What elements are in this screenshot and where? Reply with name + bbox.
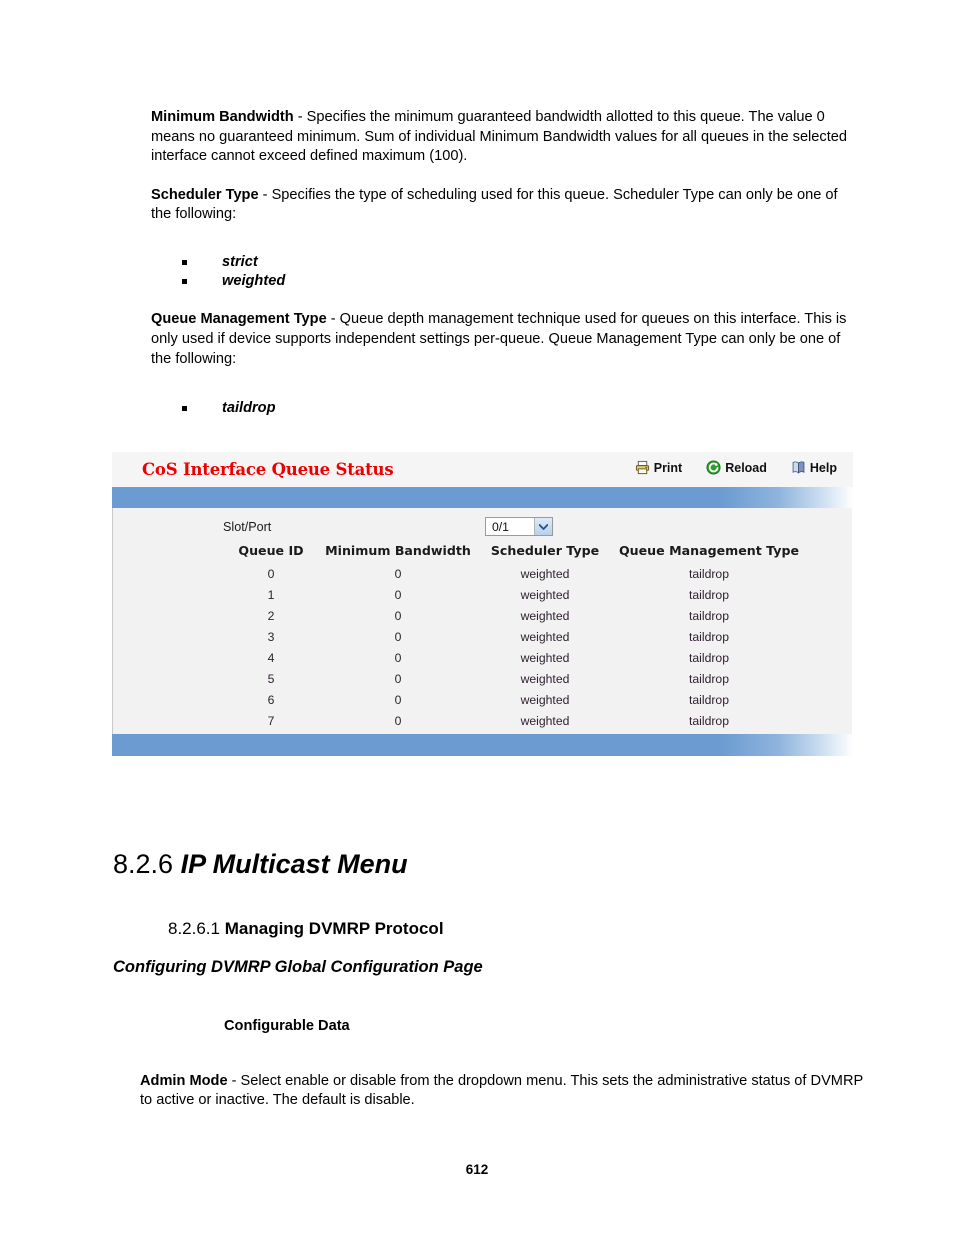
configurable-data-heading: Configurable Data <box>224 1018 350 1034</box>
table-row: 2 0 weighted taildrop <box>225 606 807 627</box>
cell-scheduler-type: weighted <box>520 588 570 602</box>
page-title: CoS Interface Queue Status <box>142 460 394 479</box>
term-scheduler-type: Scheduler Type <box>151 186 259 203</box>
section-heading-number: 8.2.6 <box>113 849 174 879</box>
list-item-taildrop: taildrop <box>151 399 855 418</box>
cell-minimum-bandwidth: 0 <box>394 651 402 665</box>
cell-queue-management-type: taildrop <box>689 693 729 707</box>
cell-queue-management-type: taildrop <box>689 714 729 728</box>
reload-icon <box>706 460 721 475</box>
reload-button[interactable]: Reload <box>706 460 767 475</box>
cell-queue-id: 1 <box>267 588 275 602</box>
cell-minimum-bandwidth: 0 <box>394 693 402 707</box>
cell-minimum-bandwidth: 0 <box>394 630 402 644</box>
column-header-queue-id: Queue ID <box>238 543 304 558</box>
help-button[interactable]: Help <box>791 460 837 475</box>
panel-content: Slot/Port 0/1 Queue ID Minimum Bandwidth… <box>112 508 853 734</box>
cell-minimum-bandwidth: 0 <box>394 588 402 602</box>
scheduler-type-option-list: strict weighted <box>151 253 855 291</box>
paragraph-minimum-bandwidth: Minimum Bandwidth - Specifies the minimu… <box>151 108 855 167</box>
slot-port-select[interactable]: 0/1 <box>485 517 553 536</box>
table-header-row: Queue ID Minimum Bandwidth Scheduler Typ… <box>225 543 807 564</box>
column-header-queue-management-type: Queue Management Type <box>618 543 800 558</box>
table-row: 4 0 weighted taildrop <box>225 648 807 669</box>
cell-scheduler-type: weighted <box>520 651 570 665</box>
table-row: 1 0 weighted taildrop <box>225 585 807 606</box>
cell-minimum-bandwidth: 0 <box>394 567 402 581</box>
subsection-heading-number: 8.2.6.1 <box>168 919 220 938</box>
cell-queue-id: 3 <box>267 630 275 644</box>
cell-scheduler-type: weighted <box>520 630 570 644</box>
subsection-heading-title: Managing DVMRP Protocol <box>224 919 444 938</box>
column-header-scheduler-type: Scheduler Type <box>490 543 600 558</box>
page-subheading: Configuring DVMRP Global Configuration P… <box>113 958 483 976</box>
panel-accent-bar-top <box>112 487 853 508</box>
paragraph-queue-management-type: Queue Management Type - Queue depth mana… <box>151 310 855 369</box>
queue-status-table: Queue ID Minimum Bandwidth Scheduler Typ… <box>225 543 807 732</box>
page-number: 612 <box>465 1162 489 1177</box>
table-row: 0 0 weighted taildrop <box>225 564 807 585</box>
panel-action-bar: Print Reload Help <box>635 460 837 475</box>
paragraph-scheduler-type: Scheduler Type - Specifies the type of s… <box>151 186 855 225</box>
term-queue-management-type: Queue Management Type <box>151 311 327 328</box>
cos-interface-queue-status-panel: CoS Interface Queue Status Print Reload … <box>112 452 853 757</box>
chevron-down-icon[interactable] <box>534 518 552 535</box>
list-item-weighted: weighted <box>151 272 855 291</box>
cell-scheduler-type: weighted <box>520 714 570 728</box>
print-label: Print <box>653 460 683 475</box>
help-book-icon <box>791 460 806 475</box>
panel-header: CoS Interface Queue Status Print Reload … <box>112 452 853 487</box>
document-body: Minimum Bandwidth - Specifies the minimu… <box>151 108 855 437</box>
paragraph-admin-mode-text: - Select enable or disable from the drop… <box>140 1072 863 1109</box>
cell-queue-id: 7 <box>267 714 275 728</box>
subsection-heading: 8.2.6.1 Managing DVMRP Protocol <box>168 919 444 939</box>
print-button[interactable]: Print <box>635 460 682 475</box>
cell-queue-management-type: taildrop <box>689 672 729 686</box>
cell-scheduler-type: weighted <box>520 672 570 686</box>
reload-label: Reload <box>725 460 767 475</box>
cell-scheduler-type: weighted <box>520 567 570 581</box>
help-label: Help <box>809 460 837 475</box>
cell-scheduler-type: weighted <box>520 693 570 707</box>
queue-status-table-body: 0 0 weighted taildrop 1 0 weighted taild… <box>225 564 807 732</box>
table-row: 3 0 weighted taildrop <box>225 627 807 648</box>
slot-port-value: 0/1 <box>492 520 509 534</box>
slot-port-row: Slot/Port 0/1 <box>113 517 852 539</box>
panel-accent-bar-bottom <box>112 734 853 756</box>
cell-minimum-bandwidth: 0 <box>394 609 402 623</box>
queue-management-option-list: taildrop <box>151 399 855 418</box>
cell-queue-id: 4 <box>267 651 275 665</box>
list-item-strict: strict <box>151 253 855 272</box>
table-row: 6 0 weighted taildrop <box>225 690 807 711</box>
cell-queue-management-type: taildrop <box>689 651 729 665</box>
cell-scheduler-type: weighted <box>520 609 570 623</box>
document-page: Minimum Bandwidth - Specifies the minimu… <box>0 0 954 1235</box>
printer-icon <box>635 460 650 475</box>
column-header-minimum-bandwidth: Minimum Bandwidth <box>325 543 471 558</box>
table-row: 7 0 weighted taildrop <box>225 711 807 732</box>
cell-queue-id: 0 <box>267 567 275 581</box>
section-heading-title: IP Multicast Menu <box>180 849 408 879</box>
paragraph-admin-mode: Admin Mode - Select enable or disable fr… <box>140 1072 868 1111</box>
cell-minimum-bandwidth: 0 <box>394 672 402 686</box>
cell-queue-id: 2 <box>267 609 275 623</box>
term-minimum-bandwidth: Minimum Bandwidth <box>151 109 294 125</box>
slot-port-label: Slot/Port <box>223 520 272 534</box>
section-heading: 8.2.6 IP Multicast Menu <box>113 849 408 879</box>
cell-queue-management-type: taildrop <box>689 630 729 644</box>
table-row: 5 0 weighted taildrop <box>225 669 807 690</box>
cell-minimum-bandwidth: 0 <box>394 714 402 728</box>
term-admin-mode: Admin Mode <box>140 1072 228 1089</box>
cell-queue-management-type: taildrop <box>689 567 729 581</box>
cell-queue-id: 5 <box>267 672 275 686</box>
cell-queue-id: 6 <box>267 693 275 707</box>
cell-queue-management-type: taildrop <box>689 588 729 602</box>
cell-queue-management-type: taildrop <box>689 609 729 623</box>
